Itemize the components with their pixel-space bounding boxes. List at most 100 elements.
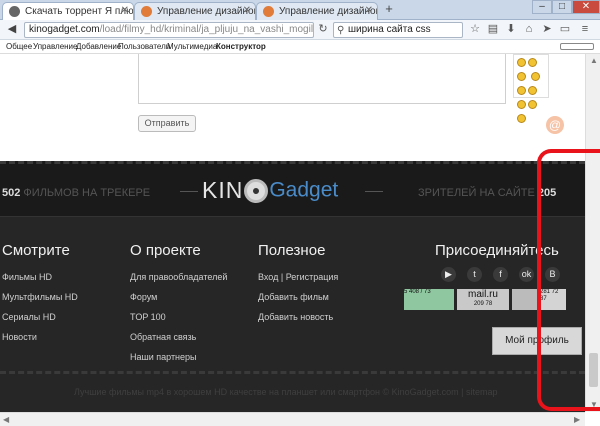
smile-icon[interactable] [531,72,541,81]
link-rightholders[interactable]: Для правообладателей [130,271,227,283]
link-add-film[interactable]: Добавить фильм [258,291,338,303]
counter-nums: 5 408 / 73 [404,289,431,295]
new-tab-icon[interactable]: + [381,2,397,17]
tab-kinogadget[interactable]: Скачать торрент Я плюю н... ✕ [2,2,134,20]
link-login-register[interactable]: Вход | Регистрация [258,271,338,283]
navigation-bar: ◀ kinogadget.com/load/filmy_hd/kriminal/… [0,20,600,40]
menu-icon[interactable]: ≡ [578,23,592,37]
link-films-hd[interactable]: Фильмы HD [2,271,78,283]
footer-col-about: О проекте Для правообладателей Форум TOP… [130,242,227,371]
logo-gadget: Gadget [269,178,339,202]
red-annotation-bracket [537,149,600,411]
tab-design-2[interactable]: Управление дизайном - П... ✕ [256,2,378,20]
menu-multimedia[interactable]: Мультимедиа [167,40,217,53]
link-news[interactable]: Новости [2,331,78,343]
tab-title: Управление дизайном - П... [157,6,256,17]
back-icon[interactable]: ◀ [5,23,19,37]
minimize-icon[interactable]: – [532,0,552,14]
comment-textarea[interactable] [138,54,506,104]
url-bar[interactable]: kinogadget.com/load/filmy_hd/kriminal/ja… [24,22,314,38]
col-title: О проекте [130,242,201,259]
menu-users[interactable]: Пользователи [118,40,170,53]
smile-icon[interactable] [517,72,526,81]
tab-strip: Скачать торрент Я плюю н... ✕ Управление… [0,0,600,20]
search-value: ширина сайта css [348,24,431,35]
mailru-nums: 209 78 [473,301,493,307]
send-button[interactable]: Отправить [138,115,196,132]
link-partners[interactable]: Наши партнеры [130,351,227,363]
film-reel-icon [244,178,269,203]
site-favicon-icon [9,6,20,17]
scroll-left-icon[interactable]: ◀ [3,415,9,424]
maximize-icon[interactable]: □ [552,0,572,14]
menu-add[interactable]: Добавление [76,40,121,53]
horizontal-scrollbar[interactable]: ◀ ▶ [0,412,585,426]
smile-icon[interactable] [517,58,526,67]
youtube-icon[interactable]: ▶ [441,267,456,282]
scroll-up-icon[interactable]: ▲ [590,56,598,65]
logo-line-right [365,191,383,192]
footer-col-watch: Смотрите Фильмы HD Мультфильмы HD Сериал… [2,242,78,351]
link-top100[interactable]: TOP 100 [130,311,227,323]
smiles-panel [513,54,549,123]
site-logo[interactable]: KIN Gadget [202,177,338,205]
col-title: Смотрите [2,242,70,259]
download-icon[interactable]: ⬇ [504,23,518,37]
close-tab-icon[interactable]: ✕ [243,5,251,16]
site-footer: 502 ФИЛЬМОВ НА ТРЕКЕРЕ KIN Gadget ЗРИТЕЛЕ… [0,161,585,412]
film-strip-divider [0,371,585,375]
close-tab-icon[interactable]: ✕ [121,5,129,16]
smile-icon[interactable] [517,100,526,109]
footer-col-useful: Полезное Вход | Регистрация Добавить фил… [258,242,338,331]
star-icon[interactable]: ☆ [468,23,482,37]
menu-general[interactable]: Общее [6,40,32,53]
chat-icon[interactable]: ▭ [558,23,572,37]
smile-icon[interactable] [517,114,526,123]
col-title: Полезное [258,242,326,259]
mailru-label: mail.ru [467,289,498,300]
menu-constructor[interactable]: Конструктор [216,40,266,53]
close-window-icon[interactable]: ✕ [572,0,600,14]
copyright-text: Лучшие фильмы mp4 в хорошем HD качестве … [74,387,498,397]
stats-banner: 502 ФИЛЬМОВ НА ТРЕКЕРЕ KIN Gadget ЗРИТЕЛЕ… [0,161,585,217]
link-feedback[interactable]: Обратная связь [130,331,227,343]
smile-icon[interactable] [528,58,537,67]
link-forum[interactable]: Форум [130,291,227,303]
reload-icon[interactable]: ↻ [316,23,330,37]
films-count: 502 ФИЛЬМОВ НА ТРЕКЕРЕ [2,187,151,199]
link-add-news[interactable]: Добавить новость [258,311,338,323]
liveinternet-counter[interactable]: 5 408 / 73 [404,289,454,310]
odnoklassniki-icon[interactable]: ok [519,267,534,282]
home-icon[interactable]: ⌂ [522,23,536,37]
url-path: /load/filmy_hd/kriminal/ja_pljuju_na_vas… [99,24,314,35]
ucoz-favicon-icon [141,6,152,17]
logo-kin: KIN [202,177,244,203]
tab-title: Скачать торрент Я плюю н... [25,6,134,17]
smile-icon[interactable] [528,100,537,109]
logo-line-left [180,191,198,192]
scroll-right-icon[interactable]: ▶ [574,415,580,424]
mailru-counter[interactable]: mail.ru 209 78 [457,289,509,310]
toggle-panel-icon[interactable] [560,43,594,50]
tab-title: Управление дизайном - П... [279,6,378,17]
link-cartoons-hd[interactable]: Мультфильмы HD [2,291,78,303]
mention-icon[interactable]: @ [546,116,564,134]
search-input[interactable]: ⚲ ширина сайта css [333,22,463,38]
send-icon[interactable]: ➤ [540,23,554,37]
page-viewport: Отправить @ 502 ФИЛЬМОВ НА ТРЕКЕРЕ KIN Ga… [0,54,585,412]
smile-icon[interactable] [528,86,537,95]
close-tab-icon[interactable]: ✕ [365,5,373,16]
search-icon: ⚲ [337,25,345,36]
chart-counter[interactable] [512,289,538,310]
link-series-hd[interactable]: Сериалы HD [2,311,78,323]
clipboard-icon[interactable]: ▤ [486,23,500,37]
admin-menu-bar: Общее Управление Добавление Пользователи… [0,40,600,54]
menu-manage[interactable]: Управление [33,40,77,53]
twitter-icon[interactable]: t [467,267,482,282]
url-host: kinogadget.com [29,24,100,35]
tab-design-1[interactable]: Управление дизайном - П... ✕ [134,2,256,20]
smile-icon[interactable] [517,86,526,95]
facebook-icon[interactable]: f [493,267,508,282]
viewers-count: ЗРИТЕЛЕЙ НА САЙТЕ 205 [418,187,557,199]
ucoz-favicon-icon [263,6,274,17]
